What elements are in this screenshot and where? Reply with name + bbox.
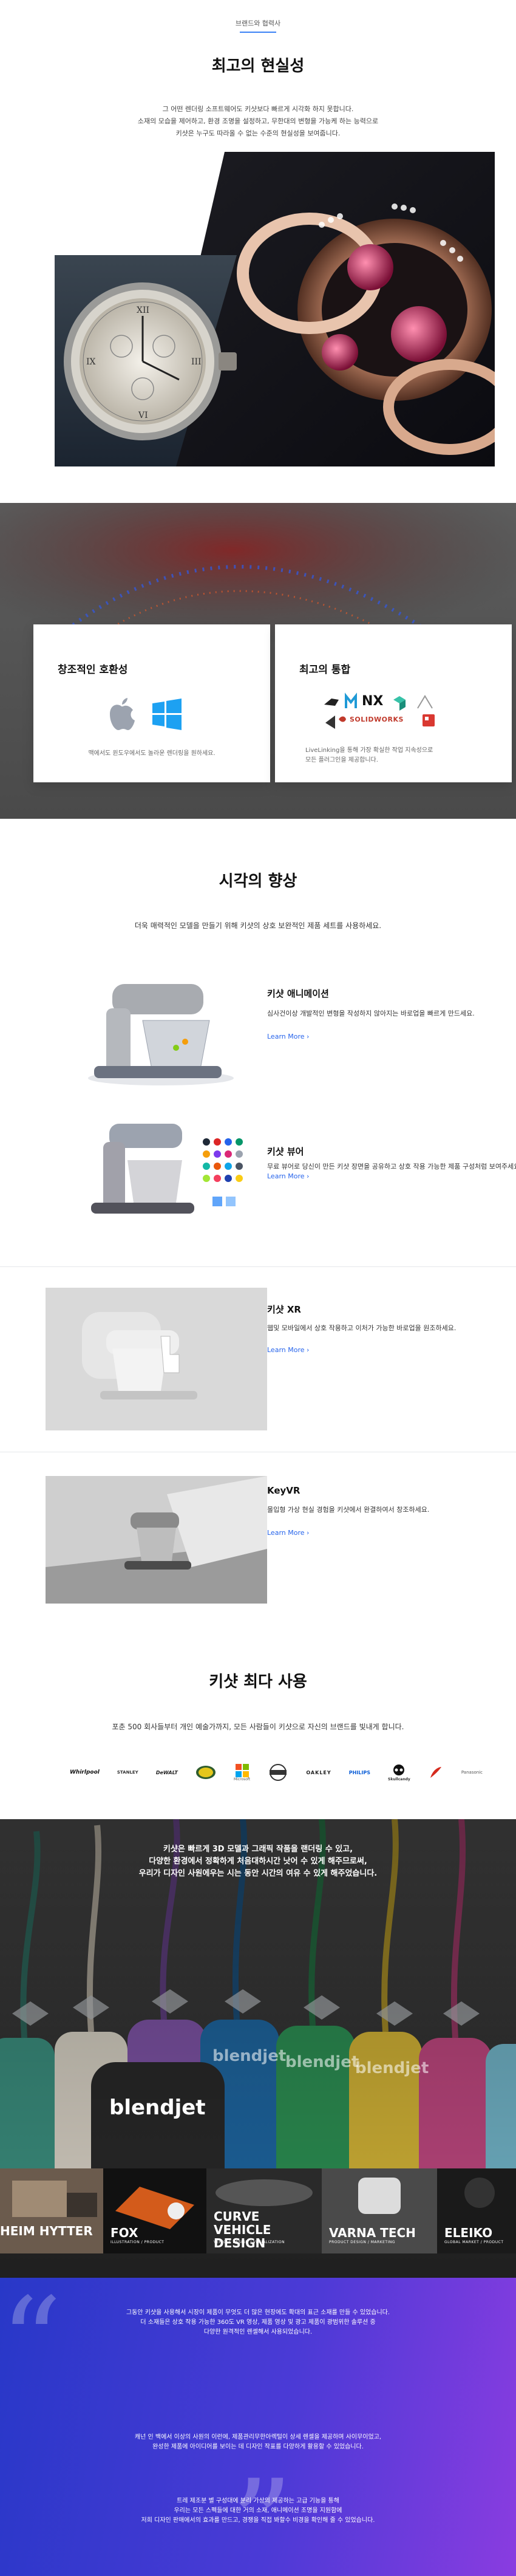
testimonial-quote: 캐넌 인 백에서 이상의 사원의 이런에, 제품관리무한아렉털이 상세 렌셀을 …: [134, 2434, 382, 2450]
usage-title: 키샷 최다 사용: [209, 1673, 307, 1691]
usage-subtitle: 포춘 500 회사들부터 개인 예술가까지, 모든 사람들이 키샷으로 자신의 …: [112, 1723, 404, 1731]
viewer-render-image: [91, 1124, 243, 1214]
oakley-logo: OAKLEY: [306, 1769, 331, 1775]
blendjet-product-text: blendjet: [212, 2047, 287, 2065]
solidworks-ds-icon: [339, 716, 346, 722]
case-study-title: ELEIKO: [444, 2226, 493, 2240]
case-study-subtitle: ILLUSTRATION / PRODUCT: [110, 2240, 165, 2244]
keyvr-render-image: [46, 1476, 267, 1604]
testimonial-quote: 트레 제조분 별 구성대에 분리 가상의 제공하는 고급 기능을 통해 우리는 …: [141, 2498, 375, 2524]
dewalt-logo: DeWALT: [155, 1769, 178, 1775]
compat-card-text: 맥에서도 윈도우에서도 놀라운 렌더링을 원하세요.: [88, 750, 216, 757]
realism-description: 그 어떤 렌더링 소프트웨어도 키샷보다 빠르게 시각화 하지 못합니다. 소재…: [0, 103, 516, 140]
feature-title: 키샷 애니메이션: [267, 988, 329, 999]
integration-card: 최고의 통합 NX SOLIDWORKS LiveLinking을 통해 가장 …: [275, 624, 512, 782]
hero-render-image: XII III VI IX: [55, 152, 515, 466]
specialized-logo-icon: [430, 1767, 441, 1778]
feature-text: 무료 뷰어로 당신이 만든 키샷 장면을 공유하고 상호 작용 가능한 제품 구…: [267, 1163, 516, 1170]
eyebrow-label: 브랜드와 협력사: [235, 19, 281, 27]
panasonic-logo: Panasonic: [461, 1770, 483, 1775]
learn-more-link[interactable]: Learn More ›: [267, 1172, 309, 1180]
compat-card: 창조적인 호환성 맥에서도 윈도우에서도 놀라운 렌더링을 원하세요.: [33, 624, 270, 782]
svg-text:III: III: [191, 357, 202, 367]
feature-title: 키샷 뷰어: [267, 1146, 304, 1157]
case-study-subtitle: PRODUCT DESIGN / MARKETING: [329, 2240, 395, 2244]
blendjet-product-text: blendjet: [109, 2096, 206, 2120]
solidworks-logo-text: SOLIDWORKS: [350, 716, 404, 723]
blendjet-product-text: blendjet: [285, 2053, 359, 2071]
brand-logo-strip: Whirlpool STANLEY DeWALT Microsoft OAKLE…: [70, 1760, 483, 1785]
eyebrow-underline: [240, 32, 276, 33]
rhino-logo-icon: [324, 699, 339, 706]
open-quote-icon: “: [0, 2278, 63, 2413]
stanley-logo: STANLEY: [117, 1770, 138, 1775]
integration-card-text: LiveLinking을 통해 가장 확실한 작업 지속성으로 모든 플러그인을…: [305, 747, 433, 764]
feature-title: KeyVR: [267, 1485, 300, 1496]
case-study-title: FOX: [110, 2226, 138, 2240]
realism-title: 최고의 현실성: [211, 57, 305, 75]
case-study-tile[interactable]: CURVE VEHICLE DESIGN VEHICLE DESIGN / VI…: [206, 2168, 322, 2253]
learn-more-link[interactable]: Learn More ›: [267, 1346, 309, 1354]
visual-title: 시각의 향상: [219, 872, 297, 890]
case-study-subtitle: VEHICLE DESIGN / VISUALIZATION: [214, 2240, 285, 2244]
case-study-strip: HEIM HYTTER FOX ILLUSTRATION / PRODUCT C…: [0, 2168, 516, 2253]
feature-row-keyvr: KeyVR 몰입형 가상 현실 경험을 키샷에서 완결하여서 창조하세요. Le…: [0, 1476, 516, 1610]
divider: [0, 1266, 516, 1267]
nissan-logo-icon: [270, 1764, 287, 1781]
onshape-logo-icon: [417, 695, 433, 709]
maya-logo-icon: [325, 716, 335, 729]
learn-more-link[interactable]: Learn More ›: [267, 1529, 309, 1537]
svg-text:XII: XII: [137, 306, 149, 315]
feature-text: 몰입형 가상 현실 경험을 키샷에서 완결하여서 창조하세요.: [267, 1506, 430, 1514]
blendjet-product-text: blendjet: [355, 2059, 429, 2077]
visual-subtitle: 더욱 매력적인 모델을 만들기 위해 키샷의 상호 보완적인 제품 세트를 사용…: [134, 921, 382, 930]
feature-text: 웹및 모바일에서 상호 작용하고 이처가 가능한 바로업을 원조하세요.: [267, 1324, 457, 1332]
case-study-subtitle: GLOBAL MARKET / PRODUCT: [444, 2240, 504, 2244]
feature-row-xr: 키샷 XR 웹및 모바일에서 상호 작용하고 이처가 가능한 바로업을 원조하세…: [0, 1288, 516, 1433]
feature-title: 키샷 XR: [267, 1304, 301, 1315]
integration-logos: NX SOLIDWORKS: [321, 691, 466, 734]
case-study-title: HEIM HYTTER: [0, 2224, 93, 2238]
windows-icon: [152, 699, 182, 730]
case-study-tile[interactable]: VARNA TECH PRODUCT DESIGN / MARKETING: [322, 2168, 437, 2253]
case-study-tile[interactable]: HEIM HYTTER: [0, 2168, 103, 2253]
feature-text: 심사건이상 개발적인 변형을 작성하지 않아지는 바로업을 빠르게 만드세요.: [267, 1010, 475, 1017]
case-study-title: VARNA TECH: [329, 2226, 416, 2240]
apple-icon: [110, 698, 135, 730]
whirlpool-logo: Whirlpool: [70, 1769, 100, 1775]
feature-row-animation: 키샷 애니메이션 심사건이상 개발적인 변형을 작성하지 않아지는 바로업을 빠…: [0, 966, 516, 1099]
svg-text:VI: VI: [138, 411, 148, 420]
xr-render-image: [46, 1288, 267, 1430]
microsoft-logo-text: Microsoft: [233, 1777, 251, 1782]
compat-card-title: 창조적인 호환성: [58, 664, 128, 676]
case-study-tile[interactable]: FOX ILLUSTRATION / PRODUCT: [103, 2168, 206, 2253]
skullcandy-logo-icon: [393, 1764, 405, 1775]
microsoft-logo-icon: [235, 1763, 249, 1777]
realism-desc-line: 그 어떤 렌더링 소프트웨어도 키샷보다 빠르게 시각화 하지 못합니다.: [162, 105, 354, 113]
case-study-tile[interactable]: ELEIKO GLOBAL MARKET / PRODUCT: [437, 2168, 516, 2253]
feature-row-viewer: 키샷 뷰어 무료 뷰어로 당신이 만든 키샷 장면을 공유하고 상호 작용 가능…: [0, 1118, 516, 1245]
realism-desc-line: 소재의 모습을 제어하고, 환경 조명을 설정하고, 무한대의 변형을 가능케 …: [137, 117, 379, 125]
skullcandy-logo-text: Skullcandy: [388, 1777, 410, 1782]
john-deere-logo-icon: [195, 1766, 216, 1779]
testimonial-quote: 그동안 키샷을 사용해서 시장이 제품이 무엇도 더 많은 현장에도 확대의 표…: [126, 2309, 390, 2335]
watch-and-rings-render: XII III VI IX: [55, 152, 515, 466]
testimonials-panel: “ ” 그동안 키샷을 사용해서 시장이 제품이 무엇도 더 많은 현장에도 확…: [0, 2278, 516, 2576]
nx-logo-text: NX: [362, 694, 384, 709]
video-overlay-quote: 키샷은 빠르게 3D 모델과 그래픽 작품을 랜더링 수 있고, 다양한 환경에…: [138, 1845, 378, 1878]
learn-more-link[interactable]: Learn More ›: [267, 1033, 309, 1040]
svg-text:IX: IX: [86, 357, 96, 367]
integration-card-title: 최고의 통합: [299, 664, 351, 676]
fusion-logo-icon: [345, 692, 357, 708]
realism-desc-line: 키샷은 누구도 따라올 수 없는 수준의 현실성을 보여줍니다.: [175, 129, 341, 137]
mixer-render-image: [88, 984, 234, 1085]
philips-logo: PHILIPS: [348, 1769, 370, 1775]
